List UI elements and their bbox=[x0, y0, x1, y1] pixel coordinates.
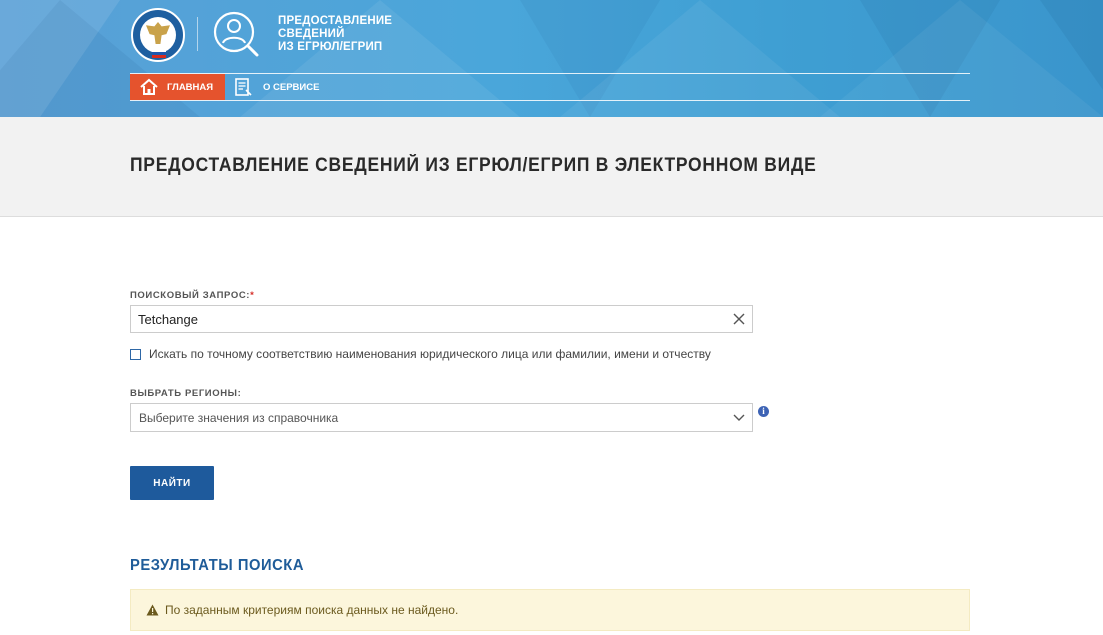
site-header: ПРЕДОСТАВЛЕНИЕ СВЕДЕНИЙ ИЗ ЕГРЮЛ/ЕГРИП Г… bbox=[0, 0, 1103, 117]
service-title-line-1: ПРЕДОСТАВЛЕНИЕ bbox=[278, 15, 393, 27]
service-title-line-2: СВЕДЕНИЙ bbox=[278, 28, 345, 40]
search-input[interactable] bbox=[130, 305, 753, 333]
regions-label: ВЫБРАТЬ РЕГИОНЫ: bbox=[130, 388, 242, 399]
service-title-line-3: ИЗ ЕГРЮЛ/ЕГРИП bbox=[278, 41, 383, 53]
warning-icon bbox=[146, 604, 159, 616]
fns-emblem-icon[interactable] bbox=[131, 8, 185, 62]
exact-match-checkbox[interactable] bbox=[130, 349, 141, 360]
service-title: ПРЕДОСТАВЛЕНИЕ СВЕДЕНИЙ ИЗ ЕГРЮЛ/ЕГРИП bbox=[278, 15, 408, 54]
nav-home-label: ГЛАВНАЯ bbox=[167, 81, 214, 93]
no-results-alert: По заданным критериям поиска данных не н… bbox=[130, 589, 970, 631]
nav-divider-bottom bbox=[130, 100, 970, 101]
page-title: ПРЕДОСТАВЛЕНИЕ СВЕДЕНИЙ ИЗ ЕГРЮЛ/ЕГРИП В… bbox=[130, 155, 817, 176]
nav-about-tab[interactable]: О СЕРВИСЕ bbox=[233, 74, 319, 100]
regions-select[interactable]: Выберите значения из справочника bbox=[130, 403, 753, 432]
required-marker: * bbox=[250, 290, 255, 301]
page-title-band: ПРЕДОСТАВЛЕНИЕ СВЕДЕНИЙ ИЗ ЕГРЮЛ/ЕГРИП В… bbox=[0, 117, 1103, 217]
regions-select-value: Выберите значения из справочника bbox=[139, 411, 339, 425]
close-icon[interactable] bbox=[732, 312, 746, 326]
nav-home-tab[interactable]: ГЛАВНАЯ bbox=[130, 74, 225, 100]
results-title: РЕЗУЛЬТАТЫ ПОИСКА bbox=[130, 557, 305, 574]
nav-about-label: О СЕРВИСЕ bbox=[263, 81, 320, 93]
chevron-down-icon bbox=[733, 414, 745, 421]
home-icon bbox=[140, 78, 158, 95]
info-icon[interactable]: i bbox=[758, 406, 769, 417]
service-person-icon bbox=[213, 11, 259, 57]
find-button[interactable]: НАЙТИ bbox=[130, 466, 214, 500]
search-query-label: ПОИСКОВЫЙ ЗАПРОС:* bbox=[130, 290, 254, 301]
no-results-message: По заданным критериям поиска данных не н… bbox=[165, 603, 459, 617]
exact-match-label[interactable]: Искать по точному соответствию наименова… bbox=[149, 347, 711, 361]
logo-divider bbox=[197, 17, 198, 51]
search-query-label-text: ПОИСКОВЫЙ ЗАПРОС: bbox=[130, 290, 251, 301]
document-icon bbox=[235, 78, 252, 96]
